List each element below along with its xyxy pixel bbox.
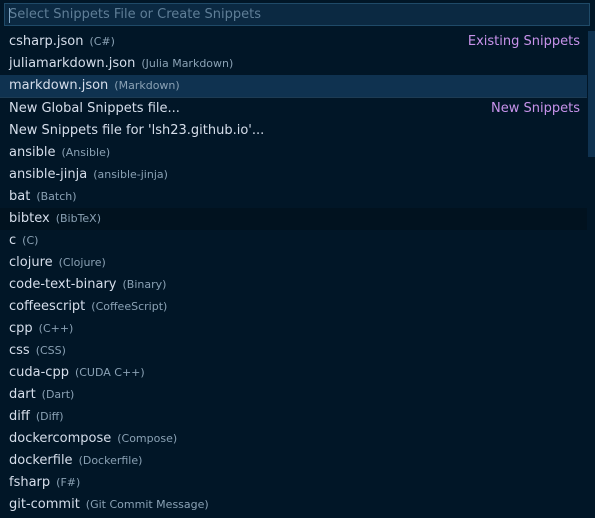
list-item-ansible-jinja[interactable]: ansible-jinja (ansible-jinja) [0,164,587,186]
text-caret [9,8,10,23]
list-item-label: dockerfile [9,453,73,468]
list-item-description: (C#) [89,35,115,48]
list-item-new-global-snippets[interactable]: New Global Snippets file... New Snippets [0,98,587,120]
list-item-description: (Diff) [35,410,64,423]
list-item-dart[interactable]: dart (Dart) [0,384,587,406]
list-item-description: (F#) [56,476,81,489]
list-item-label: css [9,343,30,358]
list-item-description: (ansible-jinja) [93,168,168,181]
list-item-cpp[interactable]: cpp (C++) [0,318,587,340]
list-item-juliamarkdown-json[interactable]: juliamarkdown.json (Julia Markdown) [0,53,587,75]
group-label-new-snippets: New Snippets [491,101,580,116]
list-item-code-text-binary[interactable]: code-text-binary (Binary) [0,274,587,296]
list-item-fsharp[interactable]: fsharp (F#) [0,472,587,494]
list-item-bibtex[interactable]: bibtex (BibTeX) [0,208,587,230]
list-item-description: (Compose) [117,432,178,445]
list-item-new-workspace-snippets[interactable]: New Snippets file for 'lsh23.github.io'.… [0,120,587,142]
list-item-description: (Julia Markdown) [141,57,234,70]
list-item-label: csharp.json [9,34,84,49]
list-item-bat[interactable]: bat (Batch) [0,186,587,208]
list-item-label: New Global Snippets file... [9,101,180,116]
list-scrollbar-thumb[interactable] [588,31,595,157]
list-item-label: bibtex [9,211,50,226]
list-item-description: (CUDA C++) [74,366,145,379]
list-item-label: dart [9,387,36,402]
list-item-description: (Dockerfile) [78,454,143,467]
list-item-label: ansible-jinja [9,167,88,182]
list-item-dockercompose[interactable]: dockercompose (Compose) [0,428,587,450]
quick-pick-input-box[interactable] [4,3,590,26]
list-item-label: git-commit [9,497,80,512]
list-item-label: dockercompose [9,431,112,446]
quick-pick-list: csharp.json (C#) Existing Snippets juliam… [0,31,587,518]
list-item-description: (BibTeX) [55,212,102,225]
list-item-description: (C) [22,234,39,247]
list-item-ansible[interactable]: ansible (Ansible) [0,142,587,164]
list-item-c[interactable]: c (C) [0,230,587,252]
list-item-label: diff [9,409,30,424]
list-item-description: (Markdown) [114,79,180,92]
list-item-description: (Clojure) [58,256,106,269]
snippets-search-input[interactable] [5,4,589,25]
list-item-description: (Ansible) [61,146,111,159]
list-item-css[interactable]: css (CSS) [0,340,587,362]
list-item-label: New Snippets file for 'lsh23.github.io'.… [9,123,265,138]
list-item-clojure[interactable]: clojure (Clojure) [0,252,587,274]
list-item-label: clojure [9,255,53,270]
list-item-git-commit[interactable]: git-commit (Git Commit Message) [0,494,587,516]
list-item-description: (Git Commit Message) [85,498,209,511]
list-item-cuda-cpp[interactable]: cuda-cpp (CUDA C++) [0,362,587,384]
list-item-coffeescript[interactable]: coffeescript (CoffeeScript) [0,296,587,318]
list-item-description: (CSS) [35,344,66,357]
list-item-dockerfile[interactable]: dockerfile (Dockerfile) [0,450,587,472]
list-item-description: (Batch) [36,190,77,203]
list-item-label: fsharp [9,475,51,490]
list-item-csharp-json[interactable]: csharp.json (C#) Existing Snippets [0,31,587,53]
list-item-label: bat [9,189,31,204]
list-item-description: (CoffeeScript) [91,300,168,313]
list-item-description: (Binary) [122,278,167,291]
list-item-label: ansible [9,145,56,160]
list-item-label: markdown.json [9,78,109,93]
list-item-description: (C++) [38,322,74,335]
list-item-label: juliamarkdown.json [9,56,136,71]
list-item-description: (Dart) [41,388,75,401]
list-item-markdown-json[interactable]: markdown.json (Markdown) [0,75,587,97]
list-item-label: coffeescript [9,299,86,314]
list-item-label: cuda-cpp [9,365,69,380]
list-item-diff[interactable]: diff (Diff) [0,406,587,428]
list-item-label: cpp [9,321,33,336]
list-item-label: c [9,233,17,248]
quick-pick-widget: csharp.json (C#) Existing Snippets juliam… [0,0,595,518]
list-item-label: code-text-binary [9,277,117,292]
group-label-existing-snippets: Existing Snippets [467,34,580,49]
